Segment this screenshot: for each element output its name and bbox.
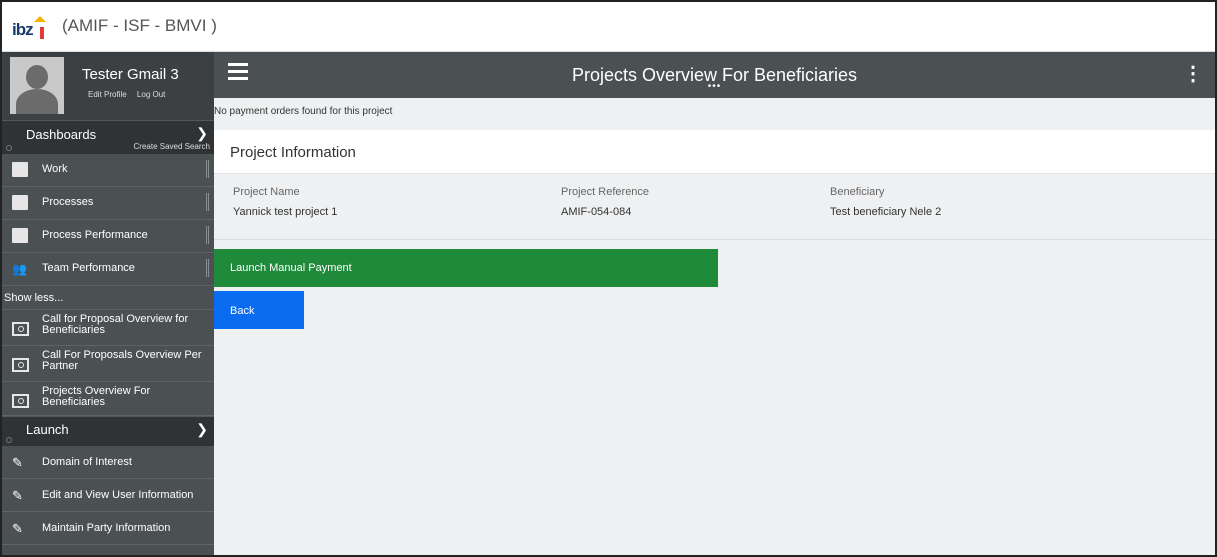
launch-item-domain-of-interest[interactable]: ✎ Domain of Interest (2, 446, 214, 479)
launch-section-header[interactable]: Launch ❯ (2, 416, 214, 446)
launch-manual-payment-button[interactable]: Launch Manual Payment (214, 249, 718, 287)
app-frame: ibz (AMIF - ISF - BMVI ) Tester Gmail 3 … (0, 0, 1217, 557)
sidebar: Tester Gmail 3 Edit Profile Log Out Dash… (2, 52, 214, 555)
log-out-link[interactable]: Log Out (137, 90, 165, 99)
sidebar-item-process-performance[interactable]: Process Performance (2, 220, 214, 253)
logo-flag-shape (40, 27, 44, 39)
show-less-link[interactable]: Show less... (2, 286, 214, 310)
info-message: No payment orders found for this project (214, 98, 1215, 130)
saved-search-item[interactable]: Projects Overview For Beneficiaries (2, 382, 214, 416)
beneficiary-field: Beneficiary Test beneficiary Nele 2 (830, 186, 941, 218)
launch-item-label: Edit and View User Information (42, 489, 194, 501)
saved-search-label: Call for Proposal Overview for Beneficia… (42, 313, 189, 336)
app-title: (AMIF - ISF - BMVI ) (62, 16, 217, 35)
sidebar-item-work[interactable]: Work (2, 154, 214, 187)
profile-panel: Tester Gmail 3 Edit Profile Log Out (2, 52, 214, 120)
sidebar-item-processes[interactable]: Processes (2, 187, 214, 220)
saved-search-item[interactable]: Call For Proposals Overview Per Partner (2, 346, 214, 382)
user-edit-icon: ✎ (12, 488, 23, 503)
work-icon (12, 162, 28, 177)
drag-handle-icon[interactable] (206, 226, 209, 244)
launch-label: Launch (26, 422, 69, 437)
main-header: Projects Overview For Beneficiaries ••• … (214, 52, 1215, 98)
edit-profile-link[interactable]: Edit Profile (88, 90, 127, 99)
launch-item-label: Maintain Party Information (42, 522, 171, 534)
project-info-fields: Project Name Yannick test project 1 Proj… (214, 174, 1215, 240)
saved-search-icon (12, 322, 29, 336)
saved-search-item[interactable]: Call for Proposal Overview for Beneficia… (2, 310, 214, 346)
user-name: Tester Gmail 3 (82, 66, 179, 83)
project-info-header: Project Information (214, 130, 1215, 174)
circle-icon (6, 145, 12, 151)
avatar (10, 57, 64, 114)
ibz-logo: ibz (12, 16, 52, 42)
drag-handle-icon[interactable] (206, 259, 209, 277)
field-value: Yannick test project 1 (233, 206, 338, 218)
processes-icon (12, 195, 28, 210)
field-label: Project Reference (561, 186, 650, 198)
saved-search-icon (12, 394, 29, 408)
saved-search-label: Call For Proposals Overview Per Partner (42, 349, 202, 372)
saved-search-icon (12, 358, 29, 372)
sidebar-item-label: Process Performance (42, 229, 148, 241)
sidebar-item-label: Processes (42, 196, 94, 208)
chart-icon (12, 228, 28, 243)
dashboards-label: Dashboards (26, 127, 97, 142)
logo-flag-shape (34, 16, 46, 22)
back-button[interactable]: Back (214, 291, 304, 329)
circle-icon (6, 437, 12, 443)
user-edit-icon: ✎ (12, 521, 23, 536)
launch-item-edit-user-info[interactable]: ✎ Edit and View User Information (2, 479, 214, 512)
user-edit-icon: ✎ (12, 455, 23, 470)
chevron-down-icon[interactable]: ❯ (196, 421, 208, 438)
kebab-menu-icon[interactable]: ⋮ (1183, 61, 1203, 86)
field-label: Beneficiary (830, 186, 885, 198)
logo-text: ibz (12, 20, 34, 39)
field-label: Project Name (233, 186, 300, 198)
drag-handle-icon[interactable] (206, 160, 209, 178)
sidebar-item-label: Work (42, 163, 68, 175)
chevron-down-icon[interactable]: ❯ (196, 125, 208, 142)
more-dots[interactable]: ••• (214, 81, 1215, 92)
sidebar-item-team-performance[interactable]: 👥 Team Performance (2, 253, 214, 286)
team-icon: 👥 (12, 262, 27, 276)
launch-item-label: Domain of Interest (42, 456, 132, 468)
drag-handle-icon[interactable] (206, 193, 209, 211)
saved-search-label: Projects Overview For Beneficiaries (42, 385, 151, 408)
launch-item-maintain-party[interactable]: ✎ Maintain Party Information (2, 512, 214, 545)
section-title: Project Information (230, 144, 356, 161)
content-area (214, 240, 1215, 555)
top-bar: ibz (AMIF - ISF - BMVI ) (2, 2, 1215, 52)
field-value: AMIF-054-084 (561, 206, 632, 218)
dashboards-section-header[interactable]: Dashboards ❯ Create Saved Search (2, 120, 214, 154)
field-value: Test beneficiary Nele 2 (830, 206, 942, 218)
sidebar-item-label: Team Performance (42, 262, 135, 274)
project-reference-field: Project Reference AMIF-054-084 (561, 186, 649, 218)
create-saved-search-link[interactable]: Create Saved Search (134, 142, 211, 151)
project-name-field: Project Name Yannick test project 1 (233, 186, 337, 218)
